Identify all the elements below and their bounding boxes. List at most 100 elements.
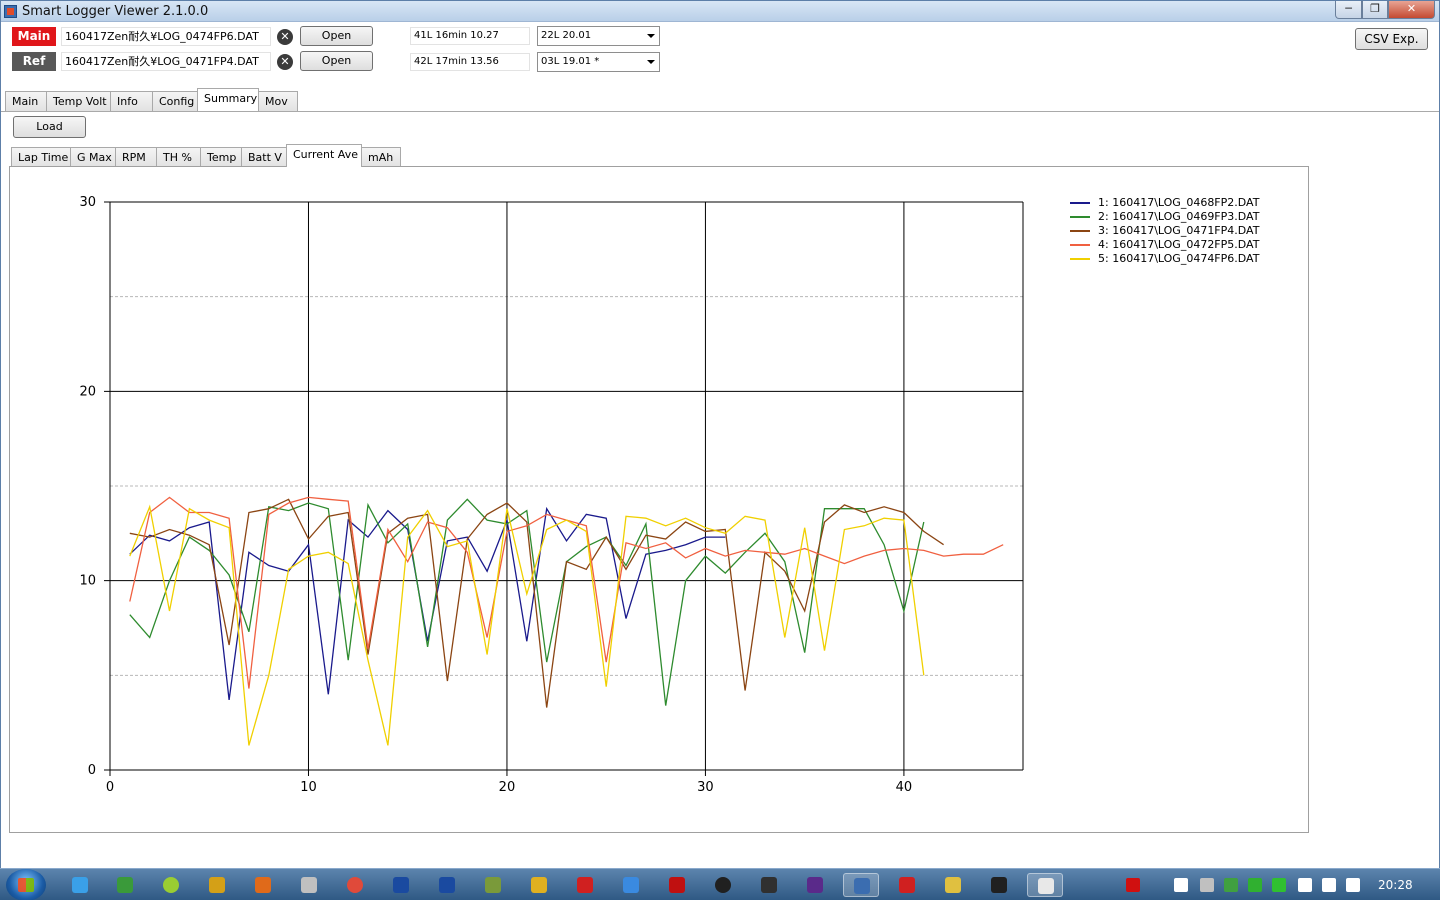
- ball-icon[interactable]: [153, 873, 189, 897]
- tab-batt-v[interactable]: Batt V: [241, 147, 287, 167]
- speaker-app-icon[interactable]: [291, 873, 327, 897]
- check-tray-icon[interactable]: [1272, 878, 1286, 892]
- chevron-down-icon[interactable]: [647, 34, 655, 38]
- tab-rpm[interactable]: RPM: [115, 147, 157, 167]
- clock[interactable]: 20:28: [1378, 878, 1413, 892]
- x-tick-label: 30: [697, 780, 714, 795]
- csv-export-button[interactable]: CSV Exp.: [1355, 28, 1428, 50]
- explorer-window-icon[interactable]: [1027, 873, 1063, 897]
- bmw-icon[interactable]: [705, 873, 741, 897]
- window-title: Smart Logger Viewer 2.1.0.0: [22, 4, 209, 19]
- series-line-5: [129, 504, 925, 746]
- tab-g-max[interactable]: G Max: [70, 147, 116, 167]
- legend-swatch: [1070, 202, 1090, 204]
- legend-item: 1: 160417\LOG_0468FP2.DAT: [1070, 196, 1259, 210]
- lock-app-icon-glyph: [531, 877, 547, 893]
- chevron-down-icon[interactable]: [647, 60, 655, 64]
- green-tray-icon[interactable]: [1224, 878, 1238, 892]
- bmw-icon-glyph: [715, 877, 731, 893]
- ref-file-path[interactable]: 160417Zen耐久¥LOG_0471FP4.DAT: [61, 52, 271, 71]
- terminal-app-icon[interactable]: [751, 873, 787, 897]
- chart-panel: 0 10 20 30 0 10 20 30 40 1: 160417\LOG_0468FP2.D…: [9, 166, 1309, 833]
- pen-app-icon[interactable]: [797, 873, 833, 897]
- legend-label: 1: 160417\LOG_0468FP2.DAT: [1098, 196, 1260, 209]
- tab-th-percent[interactable]: TH %: [156, 147, 201, 167]
- close-button[interactable]: ✕: [1388, 1, 1435, 19]
- tab-mov[interactable]: Mov: [258, 91, 298, 111]
- t-app-icon[interactable]: [567, 873, 603, 897]
- client-area: Main 160417Zen耐久¥LOG_0474FP6.DAT ✕ Open …: [1, 23, 1439, 868]
- volume-tray-icon[interactable]: [1346, 878, 1360, 892]
- chart-legend: 1: 160417\LOG_0468FP2.DAT 2: 160417\LOG_0…: [1070, 196, 1259, 266]
- monitor-tray-icon[interactable]: [1322, 878, 1336, 892]
- start-button[interactable]: [6, 869, 46, 900]
- app-icon: [4, 5, 17, 18]
- vm-tray-icon[interactable]: [1200, 878, 1214, 892]
- legend-label: 4: 160417\LOG_0472FP5.DAT: [1098, 238, 1260, 251]
- cmd-icon[interactable]: [981, 873, 1017, 897]
- ball-icon-glyph: [163, 877, 179, 893]
- i2-app-icon[interactable]: [889, 873, 925, 897]
- ref-clear-icon[interactable]: ✕: [277, 54, 293, 70]
- flag-tray-icon[interactable]: [1298, 878, 1312, 892]
- firefox-icon[interactable]: [245, 873, 281, 897]
- title-bar[interactable]: Smart Logger Viewer 2.1.0.0 ─ ❐ ✕: [1, 1, 1439, 22]
- acrobat-icon[interactable]: [659, 873, 695, 897]
- x-tick-label: 40: [896, 780, 913, 795]
- grid-app-icon[interactable]: [475, 873, 511, 897]
- main-file-path[interactable]: 160417Zen耐久¥LOG_0474FP6.DAT: [61, 27, 271, 46]
- load-button[interactable]: Load: [13, 116, 86, 138]
- legend-item: 2: 160417\LOG_0469FP3.DAT: [1070, 210, 1259, 224]
- adobe-tray-icon[interactable]: [1126, 878, 1140, 892]
- window-icon-glyph: [393, 877, 409, 893]
- ie-icon-glyph: [72, 877, 88, 893]
- window2-icon[interactable]: [429, 873, 465, 897]
- major-grid: [104, 201, 1024, 776]
- logger-app-icon[interactable]: [843, 873, 879, 897]
- tab-config[interactable]: Config: [152, 91, 198, 111]
- legend-label: 5: 160417\LOG_0474FP6.DAT: [1098, 252, 1260, 265]
- tab-temp[interactable]: Temp: [200, 147, 242, 167]
- series-lines: [129, 496, 1004, 746]
- ref-lap-select[interactable]: 03L 19.01 *: [537, 52, 660, 72]
- tab-mah[interactable]: mAh: [361, 147, 401, 167]
- lock-app-icon[interactable]: [521, 873, 557, 897]
- folder-icon[interactable]: [935, 873, 971, 897]
- network-tray-icon[interactable]: [1248, 878, 1262, 892]
- tab-main[interactable]: Main: [5, 91, 47, 111]
- ie-icon[interactable]: [62, 873, 98, 897]
- acrobat-icon-glyph: [669, 877, 685, 893]
- legend-label: 3: 160417\LOG_0471FP4.DAT: [1098, 224, 1260, 237]
- x-tick-label: 20: [499, 780, 516, 795]
- firefox-icon-glyph: [255, 877, 271, 893]
- main-open-button[interactable]: Open: [300, 26, 373, 46]
- main-clear-icon[interactable]: ✕: [277, 29, 293, 45]
- tab-info[interactable]: Info: [110, 91, 153, 111]
- taskbar: 20:28: [0, 868, 1440, 900]
- frog-icon[interactable]: [107, 873, 143, 897]
- y-tick-label: 30: [79, 195, 96, 210]
- minor-grid: [110, 296, 1023, 676]
- minimize-button[interactable]: ─: [1335, 1, 1362, 19]
- tab-temp-volt[interactable]: Temp Volt: [46, 91, 111, 111]
- main-lap-select[interactable]: 22L 20.01: [537, 26, 660, 46]
- tab-lap-time[interactable]: Lap Time: [11, 147, 71, 167]
- series-line-4: [129, 496, 1004, 689]
- tab-current-ave[interactable]: Current Ave: [286, 144, 362, 167]
- chrome-icon[interactable]: [337, 873, 373, 897]
- window2-icon-glyph: [439, 877, 455, 893]
- book-icon[interactable]: [199, 873, 235, 897]
- grid-app-icon-glyph: [485, 877, 501, 893]
- maximize-button[interactable]: ❐: [1362, 1, 1388, 19]
- ref-lap-select-value: 03L 19.01 *: [541, 56, 600, 67]
- ref-lap-info: 42L 17min 13.56: [410, 53, 530, 71]
- ref-badge: Ref: [12, 52, 56, 71]
- main-badge: Main: [12, 27, 56, 46]
- tab-divider: [1, 111, 1439, 112]
- t-app-icon-glyph: [577, 877, 593, 893]
- window-icon[interactable]: [383, 873, 419, 897]
- windows-tray-icon[interactable]: [1174, 878, 1188, 892]
- ref-open-button[interactable]: Open: [300, 51, 373, 71]
- p-app-icon[interactable]: [613, 873, 649, 897]
- tab-summary[interactable]: Summary: [197, 88, 259, 111]
